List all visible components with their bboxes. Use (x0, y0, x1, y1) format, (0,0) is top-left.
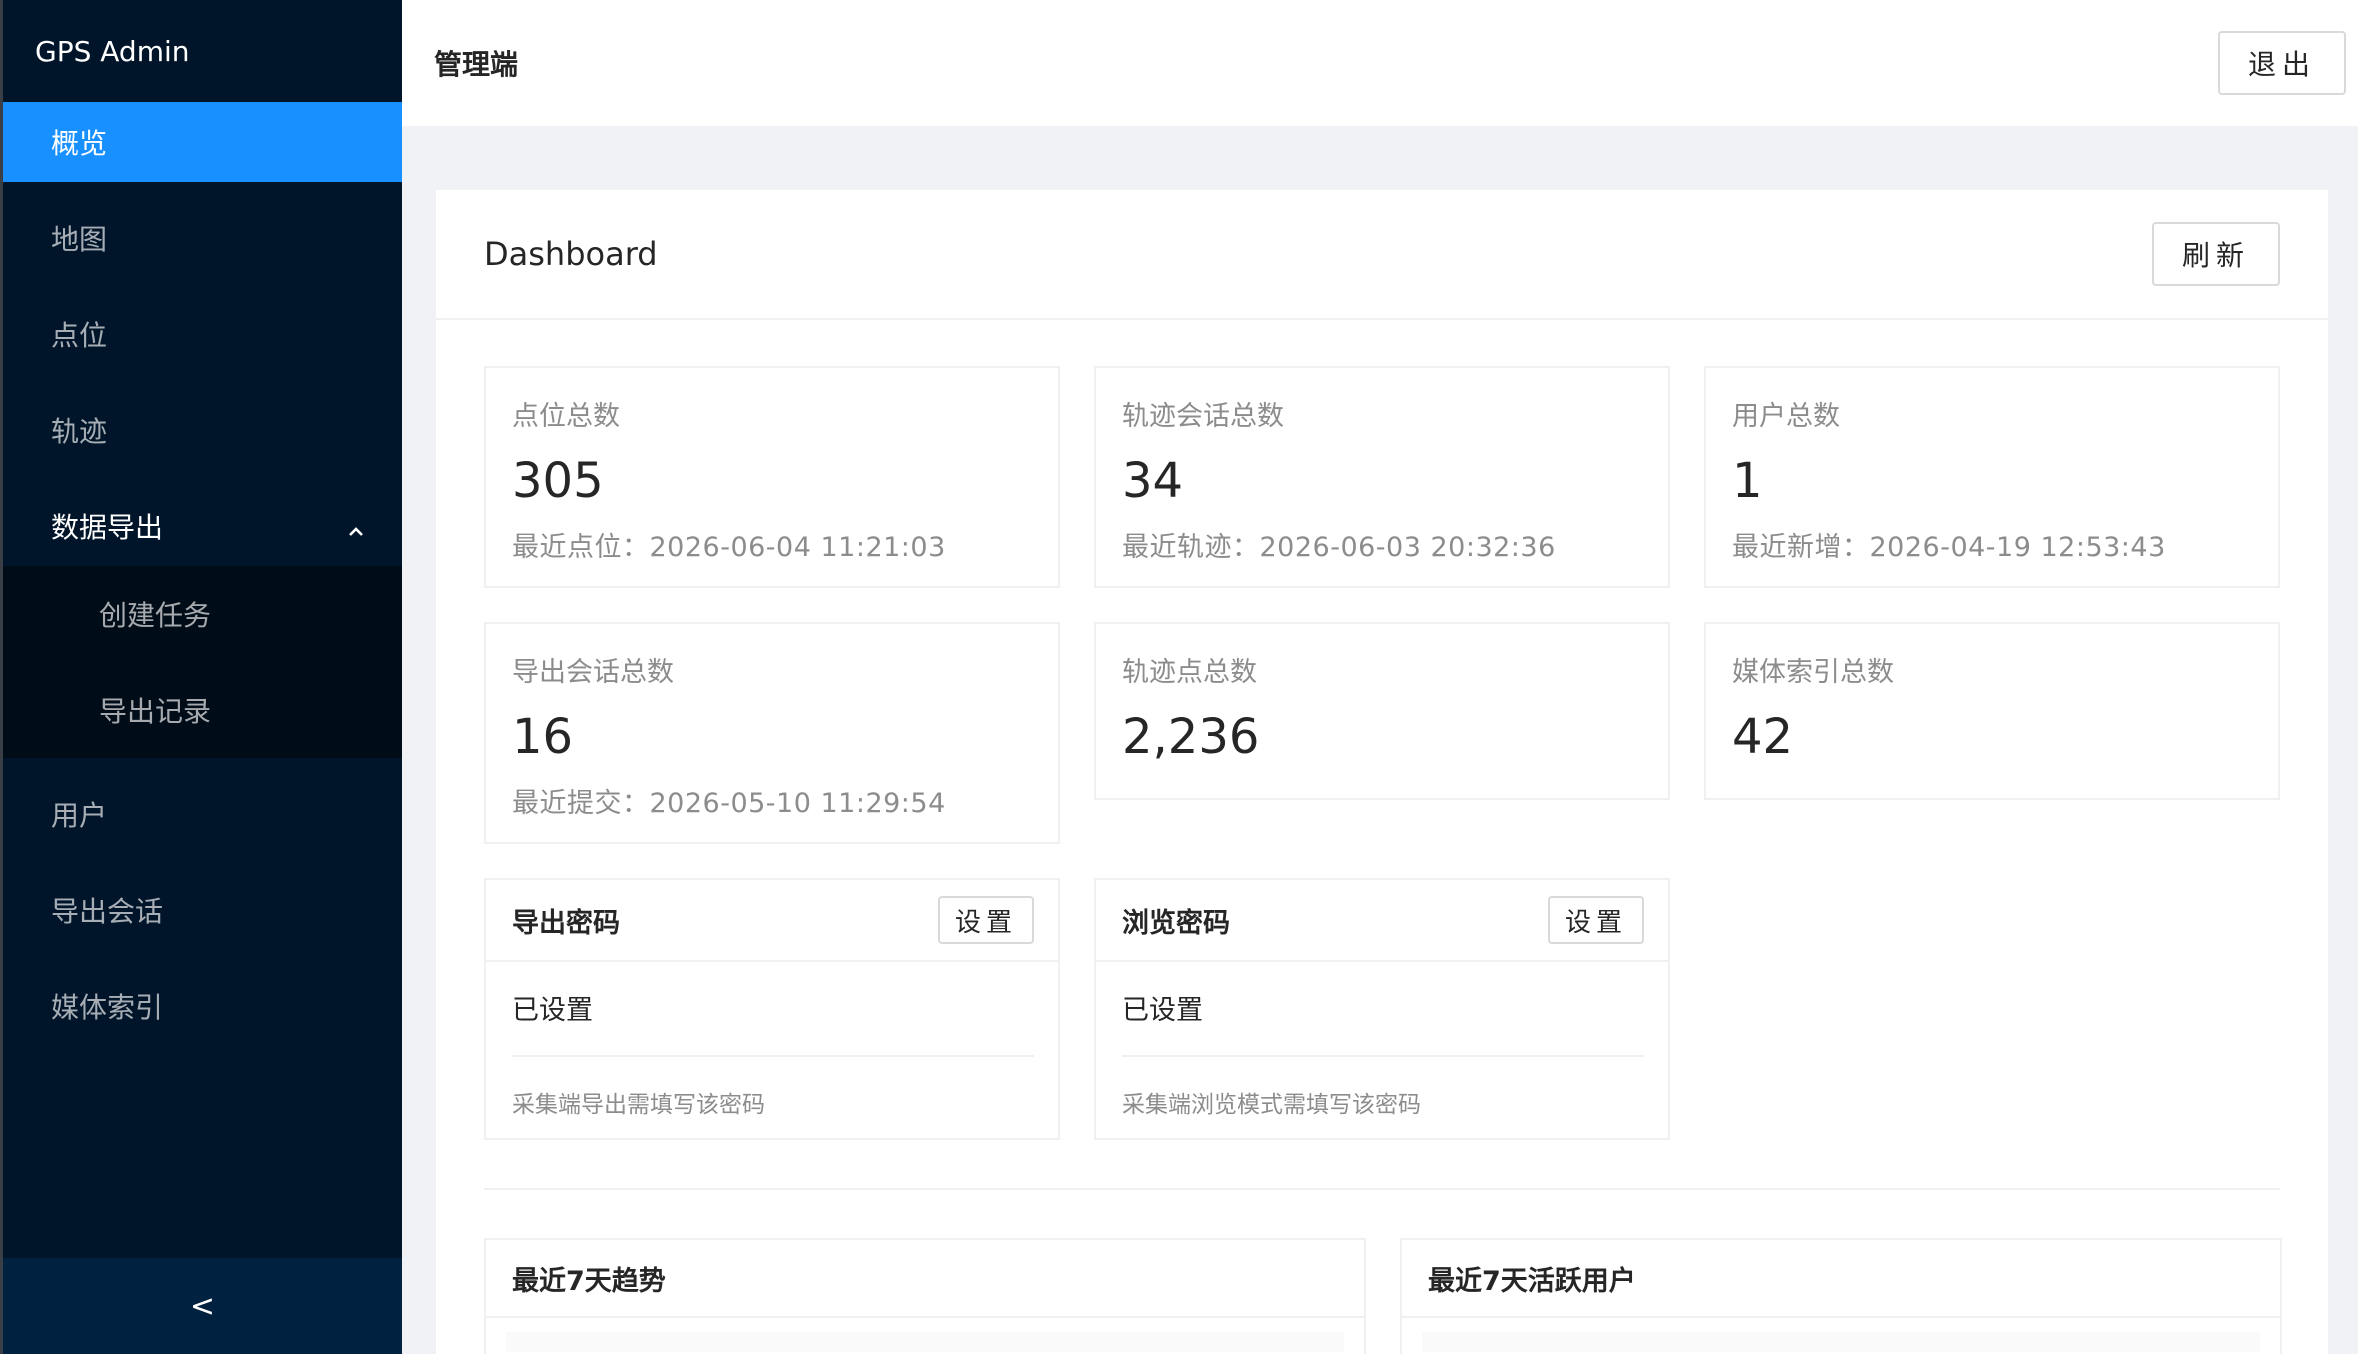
chevron-up-icon (346, 516, 366, 536)
stat-label: 媒体索引总数 (1732, 657, 1894, 688)
password-card-body: 已设置 采集端导出需填写该密码 (486, 962, 1058, 1119)
app-root: GPS Admin 概览 地图 点位 轨迹 数据导出 创建任务 导出记录 用户 … (0, 0, 2358, 1354)
sidebar-item-create-task[interactable]: 创建任务 (3, 566, 402, 662)
stat-sub: 最近提交：2026-05-10 11:29:54 (512, 788, 946, 819)
page-title: 管理端 (434, 48, 519, 81)
stat-label: 导出会话总数 (512, 657, 674, 688)
password-card-header: 导出密码 设置 (486, 880, 1058, 962)
stat-label: 用户总数 (1732, 401, 1840, 432)
sidebar-item-label: 概览 (51, 127, 108, 160)
dashboard-title: Dashboard (484, 235, 658, 273)
sidebar-item-label: 点位 (51, 319, 108, 352)
stat-card-track-sessions: 轨迹会话总数 34 最近轨迹：2026-06-03 20:32:36 (1094, 366, 1670, 588)
active-users-panel: 最近7天活跃用户 (1400, 1238, 2282, 1354)
sidebar-item-label: 创建任务 (99, 599, 212, 632)
sidebar: GPS Admin 概览 地图 点位 轨迹 数据导出 创建任务 导出记录 用户 … (0, 0, 402, 1354)
panel-content-placeholder (506, 1332, 1344, 1352)
top-header: 管理端 退出 (402, 0, 2358, 126)
stat-sub: 最近轨迹：2026-06-03 20:32:36 (1122, 532, 1556, 563)
stat-value: 1 (1732, 453, 1763, 509)
panel-content-placeholder (1422, 1332, 2260, 1352)
sidebar-item-data-export[interactable]: 数据导出 (3, 486, 402, 566)
sidebar-item-tracks[interactable]: 轨迹 (3, 390, 402, 470)
stat-label: 点位总数 (512, 401, 620, 432)
password-card-header: 浏览密码 设置 (1096, 880, 1668, 962)
stat-card-users: 用户总数 1 最近新增：2026-04-19 12:53:43 (1704, 366, 2280, 588)
stat-grid: 点位总数 305 最近点位：2026-06-04 11:21:03 轨迹会话总数… (484, 366, 2280, 1140)
refresh-button[interactable]: 刷新 (2152, 222, 2280, 286)
sidebar-item-label: 导出记录 (99, 695, 212, 728)
browse-password-card: 浏览密码 设置 已设置 采集端浏览模式需填写该密码 (1094, 878, 1670, 1140)
password-card-title: 导出密码 (512, 907, 620, 939)
panel-title: 最近7天活跃用户 (1428, 1265, 1636, 1297)
password-card-body: 已设置 采集端浏览模式需填写该密码 (1096, 962, 1668, 1119)
sidebar-collapse-button[interactable]: < (3, 1258, 402, 1354)
sidebar-item-map[interactable]: 地图 (3, 198, 402, 278)
sidebar-item-label: 地图 (51, 223, 108, 256)
set-browse-password-button[interactable]: 设置 (1548, 896, 1644, 944)
password-status: 已设置 (1122, 962, 1644, 1057)
sidebar-item-label: 轨迹 (51, 415, 108, 448)
stat-value: 2,236 (1122, 709, 1260, 765)
stat-sub: 最近新增：2026-04-19 12:53:43 (1732, 532, 2166, 563)
sidebar-item-label: 用户 (51, 799, 108, 832)
sidebar-item-users[interactable]: 用户 (3, 774, 402, 854)
password-hint: 采集端导出需填写该密码 (512, 1092, 765, 1118)
stat-card-track-points: 轨迹点总数 2,236 (1094, 622, 1670, 800)
sidebar-item-label: 媒体索引 (51, 991, 164, 1024)
stat-value: 34 (1122, 453, 1184, 509)
set-export-password-button[interactable]: 设置 (938, 896, 1034, 944)
sidebar-item-overview[interactable]: 概览 (3, 102, 402, 182)
sidebar-item-label: 导出会话 (51, 895, 164, 928)
sidebar-item-points[interactable]: 点位 (3, 294, 402, 374)
dashboard-card-header: Dashboard 刷新 (436, 190, 2328, 320)
section-divider (484, 1188, 2280, 1190)
dashboard-card: Dashboard 刷新 点位总数 305 最近点位：2026-06-04 11… (436, 190, 2328, 1354)
stat-value: 305 (512, 453, 604, 509)
password-hint: 采集端浏览模式需填写该密码 (1122, 1092, 1421, 1118)
stat-label: 轨迹点总数 (1122, 657, 1257, 688)
stat-sub: 最近点位：2026-06-04 11:21:03 (512, 532, 946, 563)
app-logo: GPS Admin (35, 34, 190, 68)
sidebar-submenu-data-export: 创建任务 导出记录 (3, 566, 402, 758)
sidebar-item-export-sessions[interactable]: 导出会话 (3, 870, 402, 950)
stat-card-export-sessions: 导出会话总数 16 最近提交：2026-05-10 11:29:54 (484, 622, 1060, 844)
stat-label: 轨迹会话总数 (1122, 401, 1284, 432)
trend-panels: 最近7天趋势 最近7天活跃用户 (484, 1238, 2282, 1354)
sidebar-item-media-index[interactable]: 媒体索引 (3, 966, 402, 1046)
password-card-title: 浏览密码 (1122, 907, 1230, 939)
stat-value: 16 (512, 709, 574, 765)
sidebar-item-label: 数据导出 (51, 511, 164, 544)
panel-header: 最近7天趋势 (486, 1240, 1364, 1318)
stat-card-media-index: 媒体索引总数 42 (1704, 622, 2280, 800)
stat-card-points: 点位总数 305 最近点位：2026-06-04 11:21:03 (484, 366, 1060, 588)
export-password-card: 导出密码 设置 已设置 采集端导出需填写该密码 (484, 878, 1060, 1140)
panel-title: 最近7天趋势 (512, 1265, 666, 1297)
stat-value: 42 (1732, 709, 1794, 765)
password-status: 已设置 (512, 962, 1034, 1057)
dashboard-body: 点位总数 305 最近点位：2026-06-04 11:21:03 轨迹会话总数… (436, 320, 2328, 1354)
chevron-left-icon: < (189, 1288, 216, 1324)
sidebar-item-export-records[interactable]: 导出记录 (3, 662, 402, 758)
logout-button[interactable]: 退出 (2218, 31, 2346, 95)
trend-panel: 最近7天趋势 (484, 1238, 1366, 1354)
panel-header: 最近7天活跃用户 (1402, 1240, 2280, 1318)
